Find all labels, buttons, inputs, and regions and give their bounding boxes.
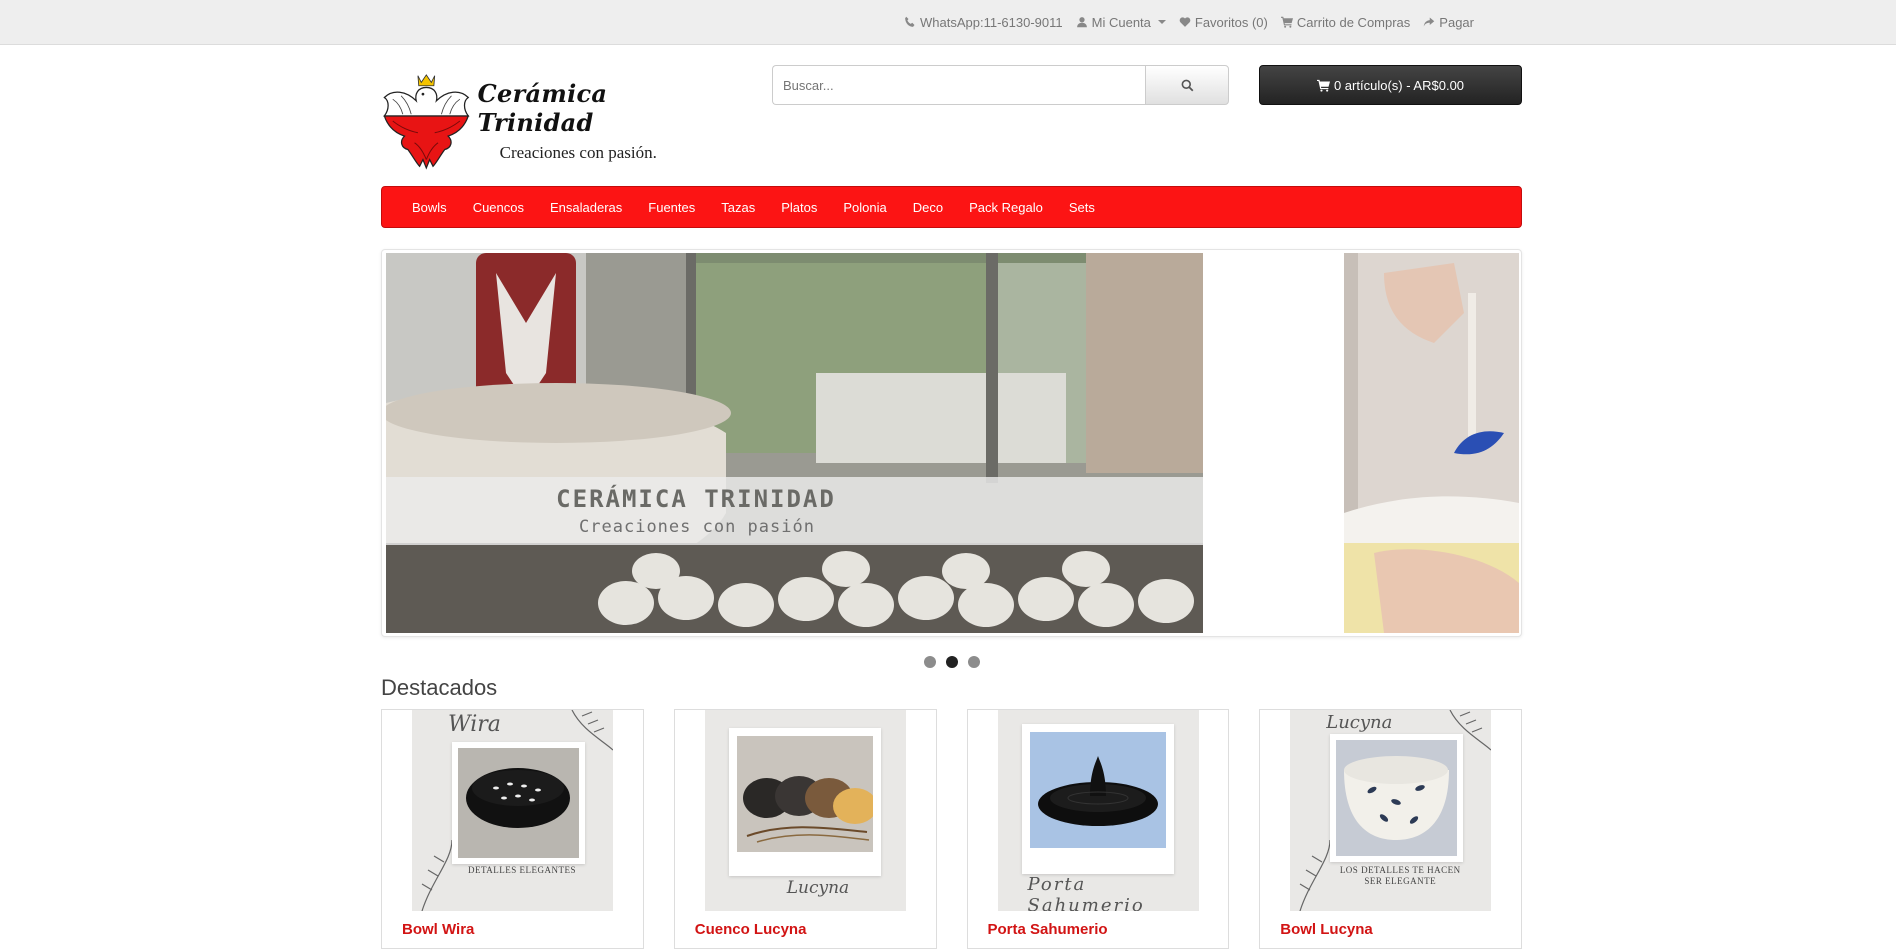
- bowl-photo: [1336, 740, 1458, 856]
- cart-summary-label: 0 artículo(s) - AR$0.00: [1333, 77, 1465, 93]
- wishlist-link[interactable]: Favoritos (0): [1179, 15, 1268, 30]
- painting-photo: [1344, 253, 1519, 633]
- checkout-link[interactable]: Pagar: [1423, 15, 1474, 30]
- nav-item-ensaladeras[interactable]: Ensaladeras: [537, 200, 635, 215]
- product-card[interactable]: Wira DETALLES ELEGANTES Bowl Wira: [381, 709, 644, 949]
- slide-dot-2[interactable]: [945, 656, 958, 668]
- cart-summary-button[interactable]: 0 artículo(s) - AR$0.00: [1259, 65, 1522, 105]
- top-links: WhatsApp:11-6130-9011 Mi Cuenta Favorito…: [891, 0, 1474, 44]
- nav-item-platos[interactable]: Platos: [768, 200, 830, 215]
- nav-item-sets[interactable]: Sets: [1056, 200, 1108, 215]
- photo-frame: [728, 728, 881, 876]
- product-card[interactable]: Lucyna Cuenco Lucyna: [673, 709, 937, 949]
- slide-dot-1[interactable]: [923, 656, 936, 668]
- category-nav: Bowls Cuencos Ensaladeras Fuentes Tazas …: [381, 186, 1522, 228]
- cart-link[interactable]: Carrito de Compras: [1280, 14, 1411, 30]
- nav-item-cuencos[interactable]: Cuencos: [460, 200, 537, 215]
- product-script-label: Porta Sahumerio: [1027, 874, 1145, 911]
- slide-caption-title: CERÁMICA TRINIDAD: [556, 485, 836, 513]
- chevron-down-icon: [1157, 20, 1166, 24]
- workshop-photo: [386, 253, 1203, 633]
- wishlist-label: Favoritos (0): [1194, 14, 1268, 30]
- logo-tagline: Creaciones con pasión.: [499, 143, 657, 162]
- nav-item-bowls[interactable]: Bowls: [399, 200, 460, 215]
- shopping-cart-icon: [1316, 79, 1330, 92]
- slide-image-current: CERÁMICA TRINIDAD Creaciones con pasión: [386, 253, 1203, 633]
- product-script-label: Wira: [448, 712, 501, 737]
- product-script-label: Lucyna: [1326, 712, 1393, 733]
- product-image-caption: LOS DETALLES TE HACEN SER ELEGANTE: [1339, 865, 1461, 886]
- account-dropdown[interactable]: Mi Cuenta: [1076, 15, 1166, 30]
- search-input[interactable]: [772, 65, 1145, 105]
- product-image[interactable]: Lucyna LOS DETALLES TE HACEN SER ELEGANT…: [1290, 710, 1492, 911]
- nav-item-fuentes[interactable]: Fuentes: [635, 200, 708, 215]
- nav-item-deco[interactable]: Deco: [900, 200, 956, 215]
- nav-item-pack-regalo[interactable]: Pack Regalo: [956, 200, 1056, 215]
- product-title[interactable]: Bowl Wira: [402, 921, 474, 938]
- photo-frame: [1330, 734, 1464, 862]
- account-label: Mi Cuenta: [1091, 14, 1151, 30]
- product-title[interactable]: Porta Sahumerio: [988, 921, 1108, 938]
- slide-caption-subtitle: Creaciones con pasión: [579, 517, 815, 537]
- bowl-photo: [458, 748, 579, 858]
- nav-item-tazas[interactable]: Tazas: [708, 200, 768, 215]
- search-button[interactable]: [1145, 65, 1229, 105]
- logo-name: Cerámica Trinidad: [477, 79, 608, 137]
- product-image-caption: DETALLES ELEGANTES: [467, 865, 576, 875]
- user-icon: [1076, 17, 1087, 28]
- photo-frame: [452, 742, 585, 864]
- shopping-cart-icon: [1280, 16, 1293, 28]
- product-script-label: Lucyna: [786, 878, 850, 898]
- hero-slideshow[interactable]: CERÁMICA TRINIDAD Creaciones con pasión: [381, 249, 1522, 637]
- eagle-emblem-icon: [383, 74, 470, 170]
- product-image[interactable]: Lucyna: [704, 710, 906, 911]
- header: Cerámica Trinidad Creaciones con pasión.…: [381, 45, 1522, 185]
- product-card[interactable]: Lucyna LOS DETALLES TE HACEN SER ELEGANT…: [1259, 709, 1522, 949]
- top-utility-bar: WhatsApp:11-6130-9011 Mi Cuenta Favorito…: [0, 0, 1896, 45]
- slideshow-pagination: [381, 656, 1522, 672]
- heart-icon: [1179, 17, 1191, 27]
- search-icon: [1181, 79, 1193, 91]
- product-title[interactable]: Bowl Lucyna: [1280, 921, 1373, 938]
- phone-icon: [905, 16, 915, 27]
- cart-label: Carrito de Compras: [1296, 14, 1411, 30]
- product-card[interactable]: Porta Sahumerio Porta Sahumerio: [966, 709, 1230, 949]
- incense-holder-photo: [1029, 732, 1166, 848]
- checkout-label: Pagar: [1439, 14, 1474, 30]
- slide-dot-3[interactable]: [967, 656, 980, 668]
- photo-frame: [1021, 724, 1174, 874]
- share-icon: [1424, 17, 1435, 27]
- whatsapp-link[interactable]: WhatsApp:11-6130-9011: [904, 15, 1063, 30]
- nav-item-polonia[interactable]: Polonia: [830, 200, 899, 215]
- featured-section-title: Destacados: [381, 675, 498, 700]
- slide-image-next: [1344, 253, 1519, 633]
- logo-text: Cerámica Trinidad Creaciones con pasión.: [478, 79, 691, 163]
- product-image[interactable]: Wira DETALLES ELEGANTES: [412, 710, 613, 911]
- product-image[interactable]: Porta Sahumerio: [997, 710, 1199, 911]
- store-logo[interactable]: Cerámica Trinidad Creaciones con pasión.: [381, 63, 691, 179]
- bowls-photo: [736, 736, 873, 852]
- search-bar: [772, 65, 1229, 105]
- product-title[interactable]: Cuenco Lucyna: [695, 921, 807, 938]
- featured-products-grid: Wira DETALLES ELEGANTES Bowl Wira Lucyna…: [381, 709, 1522, 949]
- whatsapp-label: WhatsApp:11-6130-9011: [920, 14, 1063, 30]
